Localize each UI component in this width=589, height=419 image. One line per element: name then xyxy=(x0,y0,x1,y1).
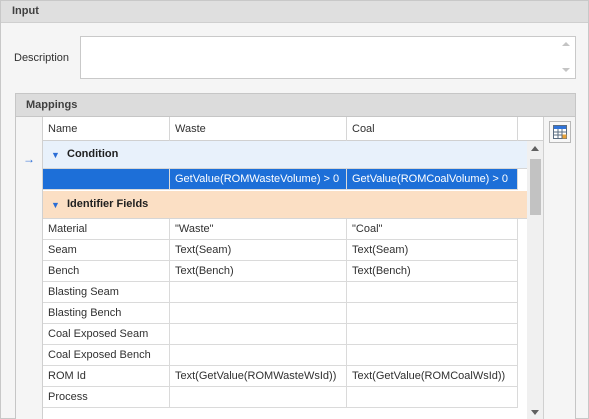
cell-coal[interactable]: Text(Seam) xyxy=(347,240,518,261)
scrollbar-thumb[interactable] xyxy=(530,159,541,215)
cell-name[interactable]: Blasting Seam xyxy=(43,282,170,303)
cell-coal[interactable] xyxy=(347,345,518,366)
cell-coal[interactable] xyxy=(347,324,518,345)
cell-name[interactable]: Blasting Bench xyxy=(43,303,170,324)
cell-name[interactable]: ROM Id xyxy=(43,366,170,387)
description-field[interactable] xyxy=(80,36,576,79)
cell-waste[interactable] xyxy=(170,345,347,366)
column-header-name[interactable]: Name xyxy=(43,117,170,141)
cell-name[interactable]: Bench xyxy=(43,261,170,282)
scroll-down-icon[interactable] xyxy=(562,68,570,72)
group-row-condition[interactable]: ▼ Condition xyxy=(43,141,527,169)
cell-waste[interactable]: GetValue(ROMWasteVolume) > 0 xyxy=(170,169,347,190)
cell-name[interactable]: Coal Exposed Bench xyxy=(43,345,170,366)
cell-coal[interactable] xyxy=(347,387,518,408)
cell-waste[interactable]: Text(Bench) xyxy=(170,261,347,282)
column-header-coal[interactable]: Coal xyxy=(347,117,518,141)
table-settings-icon xyxy=(553,125,567,139)
scroll-up-icon[interactable] xyxy=(562,42,570,46)
cell-waste[interactable]: Text(Seam) xyxy=(170,240,347,261)
grid-vertical-scrollbar[interactable] xyxy=(527,141,543,419)
cell-coal[interactable]: Text(GetValue(ROMCoalWsId)) xyxy=(347,366,518,387)
cell-name[interactable]: Process xyxy=(43,387,170,408)
mappings-header: Mappings xyxy=(16,94,575,117)
cell-coal[interactable]: GetValue(ROMCoalVolume) > 0 xyxy=(347,169,518,190)
cell-name[interactable]: Material xyxy=(43,219,170,240)
chevron-down-icon[interactable]: ▼ xyxy=(51,150,60,160)
mappings-group: Mappings → Name Waste Coal ▼ Condition G… xyxy=(15,93,576,419)
description-scrollbar[interactable] xyxy=(558,37,575,78)
row-indicator-column: → xyxy=(16,117,43,419)
cell-waste[interactable] xyxy=(170,387,347,408)
input-group: Input Description Mappings → Name Waste … xyxy=(0,0,589,419)
table-row[interactable]: Material "Waste" "Coal" xyxy=(43,219,527,240)
cell-waste[interactable]: Text(GetValue(ROMWasteWsId)) xyxy=(170,366,347,387)
table-row-condition[interactable]: GetValue(ROMWasteVolume) > 0 GetValue(RO… xyxy=(43,169,527,190)
table-row[interactable]: Process xyxy=(43,387,527,408)
input-group-header: Input xyxy=(1,1,588,23)
table-row[interactable]: Blasting Seam xyxy=(43,282,527,303)
scroll-up-icon[interactable] xyxy=(531,146,539,151)
table-row[interactable]: Bench Text(Bench) Text(Bench) xyxy=(43,261,527,282)
arrow-right-icon: → xyxy=(23,152,35,166)
table-row[interactable]: ROM Id Text(GetValue(ROMWasteWsId)) Text… xyxy=(43,366,527,387)
cell-waste[interactable] xyxy=(170,303,347,324)
table-row[interactable]: Blasting Bench xyxy=(43,303,527,324)
cell-coal[interactable] xyxy=(347,282,518,303)
input-group-title: Input xyxy=(12,5,39,17)
chevron-down-icon[interactable]: ▼ xyxy=(51,200,60,210)
cell-waste[interactable] xyxy=(170,282,347,303)
cell-name[interactable]: Coal Exposed Seam xyxy=(43,324,170,345)
mappings-title: Mappings xyxy=(26,99,78,111)
description-label: Description xyxy=(14,52,70,64)
cell-coal[interactable]: Text(Bench) xyxy=(347,261,518,282)
group-label-condition: Condition xyxy=(67,148,119,160)
cell-coal[interactable] xyxy=(347,303,518,324)
mappings-grid[interactable]: → Name Waste Coal ▼ Condition GetValue(R… xyxy=(16,117,544,419)
column-header-waste[interactable]: Waste xyxy=(170,117,347,141)
cell-waste[interactable]: "Waste" xyxy=(170,219,347,240)
table-row[interactable]: Seam Text(Seam) Text(Seam) xyxy=(43,240,527,261)
group-label-identifier-fields: Identifier Fields xyxy=(67,198,149,210)
group-row-identifier-fields[interactable]: ▼ Identifier Fields xyxy=(43,191,527,219)
scroll-down-icon[interactable] xyxy=(531,410,539,415)
column-chooser-button[interactable] xyxy=(549,121,571,143)
cell-coal[interactable]: "Coal" xyxy=(347,219,518,240)
cell-name[interactable]: Seam xyxy=(43,240,170,261)
column-headers: Name Waste Coal xyxy=(43,117,543,141)
cell-name[interactable] xyxy=(43,169,170,190)
table-row[interactable]: Coal Exposed Seam xyxy=(43,324,527,345)
table-row[interactable]: Coal Exposed Bench xyxy=(43,345,527,366)
cell-waste[interactable] xyxy=(170,324,347,345)
